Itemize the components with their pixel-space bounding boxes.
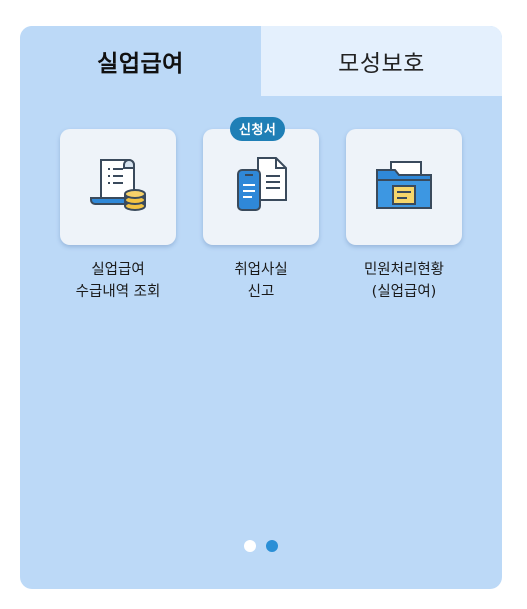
menu-item-label: 실업급여 수급내역 조회 <box>59 259 177 303</box>
menu-item-label-line2: (실업급여) <box>371 284 437 300</box>
folder-icon <box>371 152 437 222</box>
menu-item-label: 취업사실 신고 <box>202 259 320 303</box>
menu-tile[interactable] <box>346 129 462 245</box>
menu-item-label-line1: 실업급여 <box>91 262 145 278</box>
pagination-dot-1[interactable] <box>244 540 256 552</box>
menu-item-benefit-history[interactable]: 실업급여 수급내역 조회 <box>59 129 177 303</box>
menu-tile[interactable] <box>60 129 176 245</box>
menu-tile[interactable]: 신청서 <box>203 117 319 245</box>
menu-item-label-line2: 수급내역 조회 <box>75 284 161 300</box>
tab-label: 실업급여 <box>97 51 184 77</box>
pagination-dots <box>20 540 502 552</box>
service-panel: 실업급여 모성보호 실업급여 수급내역 조회 신청서 취업사실 신고 민원처리현… <box>20 26 502 589</box>
tab-unemployment-benefits[interactable]: 실업급여 <box>20 26 261 96</box>
tab-maternity-protection[interactable]: 모성보호 <box>261 26 502 96</box>
menu-item-label-line1: 취업사실 <box>234 262 288 278</box>
menu-item-label-line2: 신고 <box>247 284 275 300</box>
menu-item-label-line1: 민원처리현황 <box>363 262 445 278</box>
application-badge: 신청서 <box>230 117 286 141</box>
receipt-coins-icon <box>85 152 151 222</box>
menu-item-label: 민원처리현황 (실업급여) <box>345 259 463 303</box>
phone-document-icon <box>228 152 294 222</box>
menu-item-employment-report[interactable]: 신청서 취업사실 신고 <box>202 117 320 303</box>
tab-bar: 실업급여 모성보호 <box>20 26 502 96</box>
tab-label: 모성보호 <box>338 51 425 77</box>
menu-item-complaint-status[interactable]: 민원처리현황 (실업급여) <box>345 129 463 303</box>
pagination-dot-2[interactable] <box>266 540 278 552</box>
